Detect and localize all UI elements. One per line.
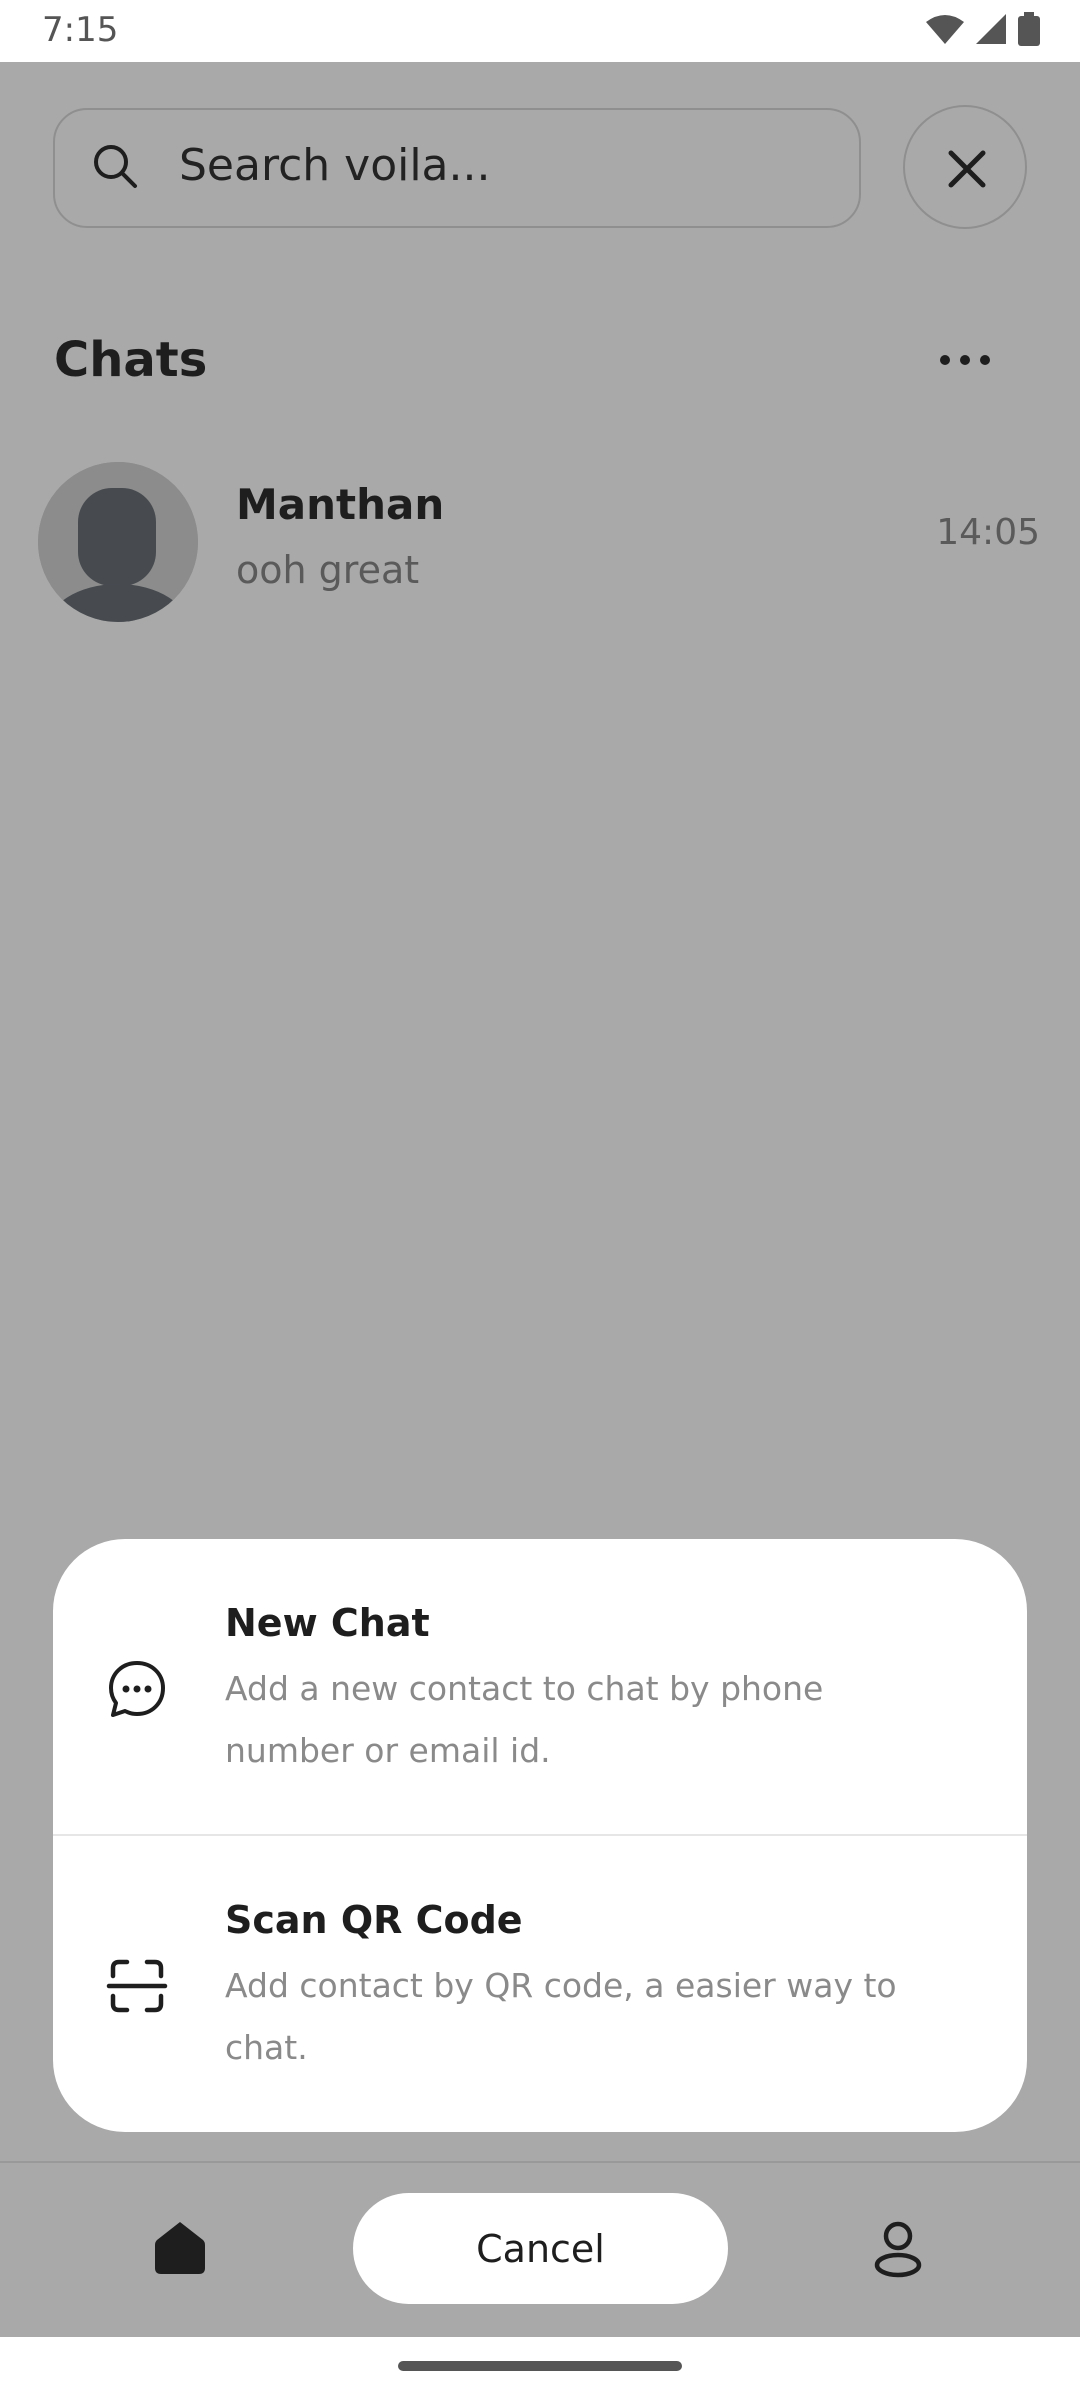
status-time: 7:15 [42,10,119,50]
bottom-nav-divider [0,2161,1080,2163]
default-avatar-icon [38,462,198,622]
new-chat-title: New Chat [225,1601,430,1645]
nav-home-button[interactable] [153,2220,207,2280]
scan-qr-title: Scan QR Code [225,1898,523,1942]
battery-icon [1018,12,1040,46]
scan-qr-icon [106,1959,168,2013]
search-placeholder: Search voila... [179,140,491,191]
new-chat-option[interactable]: New Chat Add a new contact to chat by ph… [53,1539,1027,1835]
chat-bubble-dots-icon [109,1661,165,1717]
chat-contact-name: Manthan [236,480,445,529]
more-options-button[interactable] [935,340,995,380]
action-sheet: New Chat Add a new contact to chat by ph… [53,1539,1027,2132]
close-search-button[interactable] [903,105,1027,229]
chats-title: Chats [54,332,208,388]
avatar [38,462,198,622]
home-icon [155,2222,205,2274]
chat-last-message: ooh great [236,548,420,592]
more-horizontal-icon [940,355,990,365]
wifi-icon [926,15,964,44]
status-bar: 7:15 [0,0,1080,62]
profile-icon [874,2221,922,2278]
gesture-handle[interactable] [398,2361,682,2371]
scan-qr-description: Add contact by QR code, a easier way to … [225,1966,897,2067]
status-icons [926,12,1040,46]
gesture-navigation-bar [0,2337,1080,2400]
close-icon [948,150,986,188]
chat-timestamp: 14:05 [936,512,1040,553]
nav-profile-button[interactable] [873,2220,923,2282]
search-input[interactable]: Search voila... [53,108,861,228]
new-chat-description: Add a new contact to chat by phone numbe… [225,1669,824,1770]
signal-icon [976,14,1006,44]
search-icon [94,145,137,188]
scan-qr-option[interactable]: Scan QR Code Add contact by QR code, a e… [53,1836,1027,2132]
chat-list-item[interactable]: Manthan ooh great 14:05 [0,450,1080,622]
cancel-button[interactable]: Cancel [353,2193,728,2304]
